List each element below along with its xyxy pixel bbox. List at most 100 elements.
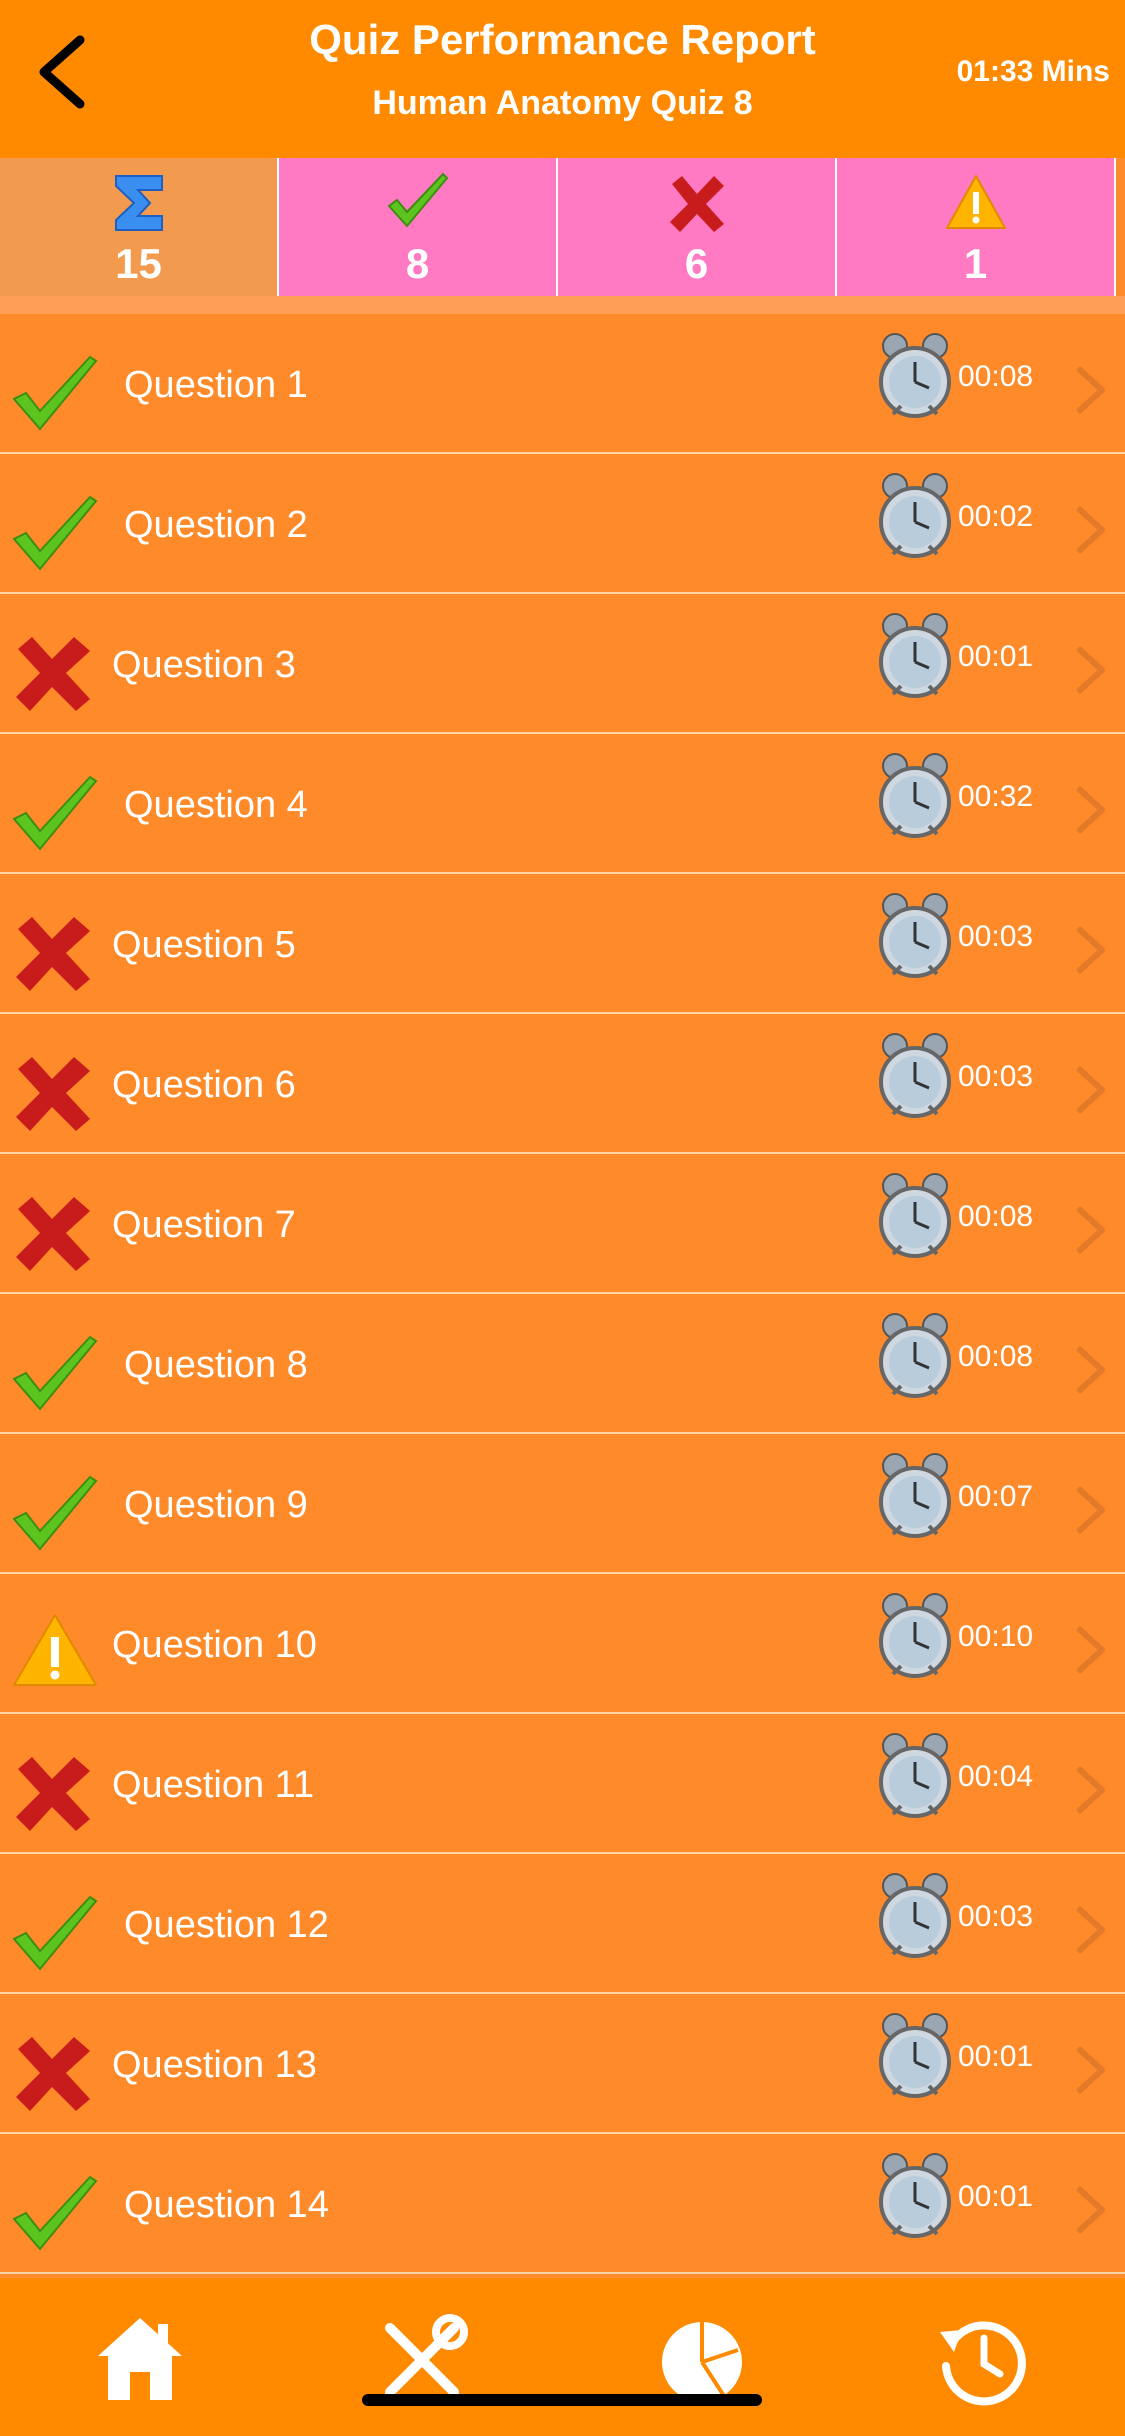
check-icon: [10, 349, 100, 439]
check-icon: [10, 1329, 100, 1419]
alarm-clock-icon: [875, 606, 955, 706]
alarm-clock-icon: [875, 466, 955, 566]
chevron-right-icon[interactable]: [1070, 2182, 1110, 2238]
stats-bar: 15 8 6 1: [0, 158, 1125, 296]
stat-wrong[interactable]: 6: [558, 158, 837, 296]
question-time: 00:04: [958, 1760, 1034, 1793]
alarm-clock-icon: [875, 2146, 955, 2246]
question-row[interactable]: Question 9 00:07: [0, 1434, 1125, 1574]
question-label: Question 8: [124, 1344, 308, 1386]
stats-divider: [0, 296, 1125, 314]
question-row[interactable]: Question 11 00:04: [0, 1714, 1125, 1854]
question-label: Question 10: [112, 1624, 317, 1666]
check-icon: [387, 172, 448, 228]
stat-skipped[interactable]: 1: [837, 158, 1116, 296]
question-row[interactable]: Question 8 00:08: [0, 1294, 1125, 1434]
question-list: Question 1 00:08 Question 2 00:02 Question 3…: [0, 314, 1125, 2274]
question-row[interactable]: Question 5 00:03: [0, 874, 1125, 1014]
tab-home[interactable]: [90, 2310, 190, 2410]
tab-history[interactable]: [932, 2310, 1032, 2410]
home-icon: [98, 2318, 182, 2400]
chevron-right-icon[interactable]: [1070, 362, 1110, 418]
question-row[interactable]: Question 12 00:03: [0, 1854, 1125, 1994]
bottom-tab-bar: [0, 2278, 1125, 2436]
cross-icon: [10, 2029, 100, 2119]
alarm-clock-icon: [875, 1166, 955, 1266]
quiz-name: Human Anatomy Quiz 8: [372, 84, 753, 122]
question-label: Question 12: [124, 1904, 329, 1946]
question-row[interactable]: Question 1 00:08: [0, 314, 1125, 454]
check-icon: [10, 1469, 100, 1559]
question-row[interactable]: Question 13 00:01: [0, 1994, 1125, 2134]
question-label: Question 9: [124, 1484, 308, 1526]
question-time: 00:01: [958, 2040, 1034, 2073]
chevron-right-icon[interactable]: [1070, 1062, 1110, 1118]
question-label: Question 7: [112, 1204, 296, 1246]
cross-icon: [10, 1049, 100, 1139]
chevron-right-icon[interactable]: [1070, 1342, 1110, 1398]
question-time: 00:03: [958, 1900, 1034, 1933]
warning-icon: [945, 175, 1006, 229]
question-row[interactable]: Question 14 00:01: [0, 2134, 1125, 2274]
stat-total-value: 15: [115, 240, 162, 287]
check-icon: [10, 769, 100, 859]
question-time: 00:08: [958, 1200, 1034, 1233]
header-bar: Quiz Performance Report Human Anatomy Qu…: [0, 0, 1125, 158]
chevron-right-icon[interactable]: [1070, 1762, 1110, 1818]
chevron-right-icon[interactable]: [1070, 1902, 1110, 1958]
question-time: 00:32: [958, 780, 1034, 813]
chevron-right-icon[interactable]: [1070, 2042, 1110, 2098]
cross-icon: [10, 1189, 100, 1279]
question-row[interactable]: Question 10 00:10: [0, 1574, 1125, 1714]
question-label: Question 2: [124, 504, 308, 546]
question-row[interactable]: Question 7 00:08: [0, 1154, 1125, 1294]
cross-icon: [10, 629, 100, 719]
chevron-right-icon[interactable]: [1070, 502, 1110, 558]
cross-icon: [669, 176, 724, 232]
warning-icon: [10, 1609, 100, 1699]
question-time: 00:03: [958, 1060, 1034, 1093]
question-time: 00:01: [958, 640, 1034, 673]
question-time: 00:03: [958, 920, 1034, 953]
total-time: 01:33 Mins: [956, 55, 1110, 88]
sigma-icon: [114, 175, 163, 231]
cross-icon: [10, 1749, 100, 1839]
question-label: Question 11: [112, 1764, 315, 1806]
alarm-clock-icon: [875, 1866, 955, 1966]
alarm-clock-icon: [875, 1446, 955, 1546]
check-icon: [10, 489, 100, 579]
check-icon: [10, 2169, 100, 2259]
question-time: 00:08: [958, 1340, 1034, 1373]
cross-icon: [10, 909, 100, 999]
chevron-right-icon[interactable]: [1070, 1482, 1110, 1538]
question-row[interactable]: Question 6 00:03: [0, 1014, 1125, 1154]
stat-wrong-value: 6: [684, 240, 709, 287]
question-row[interactable]: Question 2 00:02: [0, 454, 1125, 594]
app-screen: Quiz Performance Report Human Anatomy Qu…: [0, 0, 1125, 2436]
question-row[interactable]: Question 4 00:32: [0, 734, 1125, 874]
alarm-clock-icon: [875, 2006, 955, 2106]
chevron-right-icon[interactable]: [1070, 922, 1110, 978]
stat-total[interactable]: 15: [0, 158, 279, 296]
chevron-right-icon[interactable]: [1070, 642, 1110, 698]
alarm-clock-icon: [875, 1026, 955, 1126]
question-time: 00:08: [958, 360, 1034, 393]
chevron-right-icon[interactable]: [1070, 1622, 1110, 1678]
question-label: Question 3: [112, 644, 296, 686]
question-label: Question 4: [124, 784, 308, 826]
stat-correct[interactable]: 8: [279, 158, 558, 296]
alarm-clock-icon: [875, 1726, 955, 1826]
question-row[interactable]: Question 3 00:01: [0, 594, 1125, 734]
chevron-right-icon[interactable]: [1070, 1202, 1110, 1258]
check-icon: [10, 1889, 100, 1979]
alarm-clock-icon: [875, 1586, 955, 1686]
question-label: Question 13: [112, 2044, 317, 2086]
alarm-clock-icon: [875, 326, 955, 426]
alarm-clock-icon: [875, 886, 955, 986]
question-label: Question 5: [112, 924, 296, 966]
question-time: 00:01: [958, 2180, 1034, 2213]
alarm-clock-icon: [875, 746, 955, 846]
history-icon: [940, 2321, 1026, 2406]
chevron-right-icon[interactable]: [1070, 782, 1110, 838]
question-label: Question 6: [112, 1064, 296, 1106]
